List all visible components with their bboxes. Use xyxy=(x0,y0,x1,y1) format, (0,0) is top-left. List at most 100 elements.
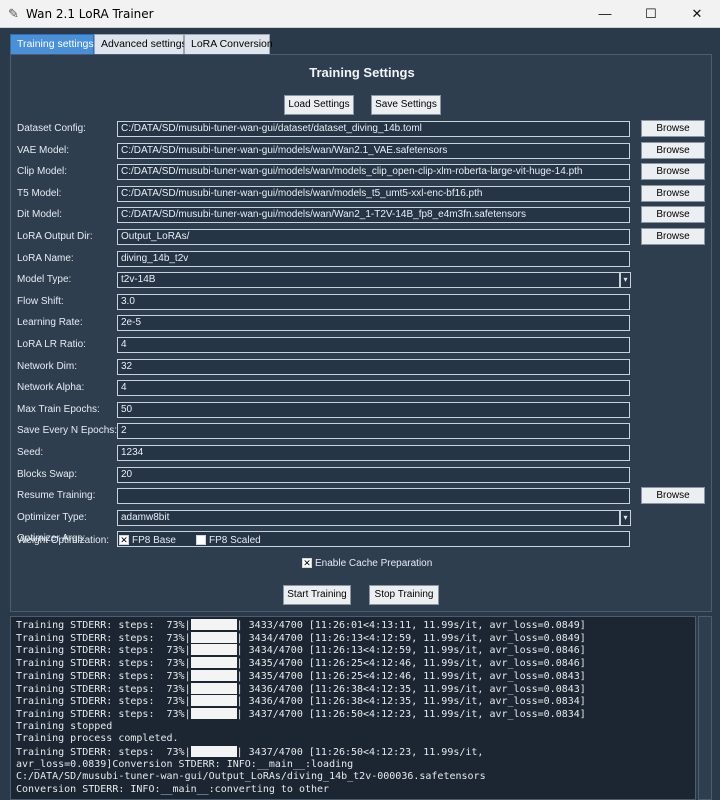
console-line: C:/DATA/SD/musubi-tuner-wan-gui/Output_L… xyxy=(16,771,486,783)
t5-model-label: T5 Model: xyxy=(17,188,62,199)
seed-label: Seed: xyxy=(17,447,44,458)
vae-model-input[interactable]: C:/DATA/SD/musubi-tuner-wan-gui/models/w… xyxy=(117,143,630,159)
blocks-swap-input[interactable]: 20 xyxy=(117,467,630,483)
t5-model-input[interactable]: C:/DATA/SD/musubi-tuner-wan-gui/models/w… xyxy=(117,186,630,202)
t5-model-browse-button[interactable]: Browse xyxy=(641,185,705,202)
optimizer-type-label: Optimizer Type: xyxy=(17,512,87,523)
resume-training-browse-button[interactable]: Browse xyxy=(641,487,705,504)
optimizer-type-dropdown[interactable]: adamw8bit xyxy=(117,510,620,526)
clip-model-label: Clip Model: xyxy=(17,166,68,177)
progress-bar xyxy=(190,682,237,694)
vae-model-label: VAE Model: xyxy=(17,145,70,156)
lora-output-dir-input[interactable]: Output_LoRAs/ xyxy=(117,229,630,245)
console-line: Training STDERR: steps: 73%| | 3436/4700 … xyxy=(16,695,586,708)
console-line-text: Training stopped xyxy=(16,720,113,732)
fp8-scaled-label: FP8 Scaled xyxy=(209,535,261,546)
progress-bar xyxy=(190,631,237,643)
dit-model-browse-button[interactable]: Browse xyxy=(641,206,705,223)
clip-model-browse-button[interactable]: Browse xyxy=(641,163,705,180)
load-settings-button[interactable]: Load Settings xyxy=(284,95,354,115)
console-line-text: Training STDERR: steps: 73%| xyxy=(16,632,191,644)
lora-lr-ratio-label: LoRA LR Ratio: xyxy=(17,339,86,350)
console-line: Training STDERR: steps: 73%| | 3435/4700 … xyxy=(16,657,586,670)
maximize-button[interactable]: ☐ xyxy=(628,0,674,28)
console-line-text: Training STDERR: steps: 73%| xyxy=(16,696,191,708)
progress-bar xyxy=(190,746,237,757)
tab-lora-conversion[interactable]: LoRA Conversion xyxy=(184,34,273,54)
cache-preparation-checkbox[interactable]: ✕ xyxy=(302,558,312,568)
console-line: Training STDERR: steps: 73%| | 3436/4700 … xyxy=(16,682,586,696)
progress-bar xyxy=(190,657,237,669)
model-type-dropdown-arrow-icon[interactable]: ▾ xyxy=(620,272,631,288)
stop-training-button[interactable]: Stop Training xyxy=(369,585,439,605)
resume-training-input[interactable] xyxy=(117,488,630,504)
progress-bar xyxy=(190,707,237,719)
console-line-text: | 3437/4700 [11:26:50<4:12:23, 11.99s/it… xyxy=(236,708,586,720)
console-line-text: Training STDERR: steps: 73%| xyxy=(16,747,191,758)
console-line-text: Training STDERR: steps: 73%| xyxy=(16,658,191,670)
lora-name-label: LoRA Name: xyxy=(17,253,74,264)
training-settings-panel: Training Settings Load Settings Save Set… xyxy=(10,54,712,612)
clip-model-input[interactable]: C:/DATA/SD/musubi-tuner-wan-gui/models/w… xyxy=(117,164,630,180)
save-settings-button[interactable]: Save Settings xyxy=(371,95,441,115)
console-line: Training STDERR: steps: 73%| | 3435/4700 … xyxy=(16,669,586,683)
lora-output-dir-browse-button[interactable]: Browse xyxy=(641,228,705,245)
learning-rate-input[interactable]: 2e-5 xyxy=(117,315,630,331)
console-line-text: | 3434/4700 [11:26:13<4:12:59, 11.99s/it… xyxy=(236,645,586,657)
vae-model-browse-button[interactable]: Browse xyxy=(641,142,705,159)
console-scrollbar[interactable] xyxy=(698,616,712,800)
flow-shift-input[interactable]: 3.0 xyxy=(117,294,630,310)
progress-bar xyxy=(190,619,237,630)
lora-lr-ratio-input[interactable]: 4 xyxy=(117,337,630,353)
console-line-text: | 3434/4700 [11:26:13<4:12:59, 11.99s/it… xyxy=(236,632,586,644)
console-line-text: | 3435/4700 [11:26:25<4:12:46, 11.99s/it… xyxy=(236,670,586,682)
window-title: Wan 2.1 LoRA Trainer xyxy=(26,7,154,21)
dit-model-input[interactable]: C:/DATA/SD/musubi-tuner-wan-gui/models/w… xyxy=(117,207,630,223)
blocks-swap-label: Blocks Swap: xyxy=(17,469,78,480)
optimizer-type-dropdown-arrow-icon[interactable]: ▾ xyxy=(620,510,631,526)
console-line-text: Training STDERR: steps: 73%| xyxy=(16,708,191,720)
weight-optimization-label: Weight Optimization: xyxy=(17,535,110,546)
optimizer-args-input[interactable] xyxy=(117,531,630,547)
save-every-n-epochs-input[interactable]: 2 xyxy=(117,423,630,439)
lora-name-input[interactable]: diving_14b_t2v xyxy=(117,251,630,267)
training-log-console[interactable]: Training STDERR: steps: 73%| | 3433/4700 … xyxy=(10,616,696,800)
fp8-base-label: FP8 Base xyxy=(132,535,176,546)
network-alpha-input[interactable]: 4 xyxy=(117,380,630,396)
section-title: Training Settings xyxy=(309,65,415,80)
console-line: Training STDERR: steps: 73%| | 3437/4700 … xyxy=(16,746,483,759)
cache-preparation-label: Enable Cache Preparation xyxy=(315,558,433,569)
model-type-dropdown[interactable]: t2v-14B xyxy=(117,272,620,288)
console-line-text: Training STDERR: steps: 73%| xyxy=(16,683,191,695)
feather-icon: ✎ xyxy=(8,6,19,21)
flow-shift-label: Flow Shift: xyxy=(17,296,64,307)
fp8-scaled-checkbox[interactable] xyxy=(196,535,206,545)
seed-input[interactable]: 1234 xyxy=(117,445,630,461)
console-line-text: Training STDERR: steps: 73%| xyxy=(16,645,191,657)
progress-bar xyxy=(190,695,237,707)
console-line-text: | 3433/4700 [11:26:01<4:13:11, 11.99s/it… xyxy=(236,620,586,631)
console-line-text: avr_loss=0.0839]Conversion STDERR: INFO:… xyxy=(16,758,354,770)
console-line: Training stopped xyxy=(16,721,112,733)
max-train-epochs-input[interactable]: 50 xyxy=(117,402,630,418)
close-button[interactable]: ✕ xyxy=(674,0,720,28)
console-line-text: | 3436/4700 [11:26:38<4:12:35, 11.99s/it… xyxy=(236,696,586,708)
tab-advanced-settings[interactable]: Advanced settings xyxy=(94,34,187,54)
minimize-button[interactable]: — xyxy=(582,0,628,28)
tab-training-settings[interactable]: Training settings xyxy=(10,34,94,55)
fp8-base-checkbox[interactable]: ✕ xyxy=(119,535,129,545)
console-line: avr_loss=0.0839]Conversion STDERR: INFO:… xyxy=(16,759,353,771)
dataset-config-label: Dataset Config: xyxy=(17,123,86,134)
network-dim-label: Network Dim: xyxy=(17,361,78,372)
max-train-epochs-label: Max Train Epochs: xyxy=(17,404,100,415)
console-line-text: C:/DATA/SD/musubi-tuner-wan-gui/Output_L… xyxy=(16,771,486,783)
console-line-text: Training STDERR: steps: 73%| xyxy=(16,620,191,631)
lora-output-dir-label: LoRA Output Dir: xyxy=(17,231,93,242)
dataset-config-input[interactable]: C:/DATA/SD/musubi-tuner-wan-gui/dataset/… xyxy=(117,121,630,137)
console-line: Training STDERR: steps: 73%| | 3434/4700 … xyxy=(16,631,586,645)
console-line: Training STDERR: steps: 73%| | 3434/4700 … xyxy=(16,644,586,657)
start-training-button[interactable]: Start Training xyxy=(283,585,351,605)
network-dim-input[interactable]: 32 xyxy=(117,359,630,375)
learning-rate-label: Learning Rate: xyxy=(17,317,83,328)
dataset-config-browse-button[interactable]: Browse xyxy=(641,120,705,137)
